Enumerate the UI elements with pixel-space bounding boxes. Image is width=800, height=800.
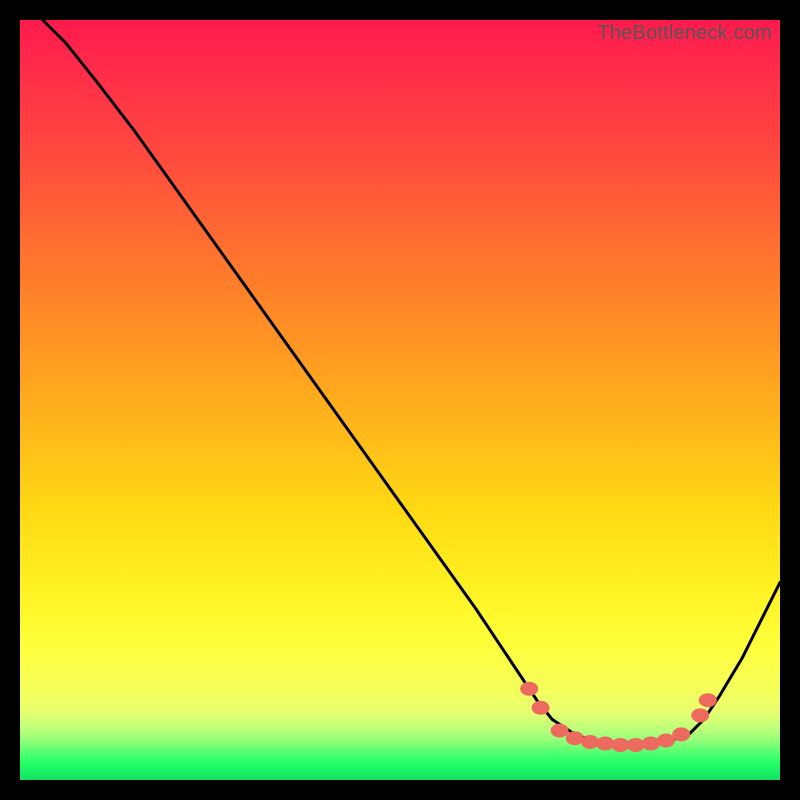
curve-marker	[566, 731, 584, 745]
chart-frame: TheBottleneck.com	[0, 0, 800, 800]
curve-marker	[657, 734, 675, 748]
chart-svg	[20, 20, 780, 780]
curve-marker	[596, 737, 614, 751]
curve-marker	[642, 737, 660, 751]
plot-area: TheBottleneck.com	[20, 20, 780, 780]
curve-marker	[581, 735, 599, 749]
curve-marker	[532, 701, 550, 715]
curve-marker	[699, 693, 717, 707]
curve-marker	[691, 708, 709, 722]
curve-marker	[551, 724, 569, 738]
curve-marker	[520, 682, 538, 696]
curve-marker	[627, 738, 645, 752]
curve-path	[43, 20, 780, 746]
curve-marker	[672, 727, 690, 741]
